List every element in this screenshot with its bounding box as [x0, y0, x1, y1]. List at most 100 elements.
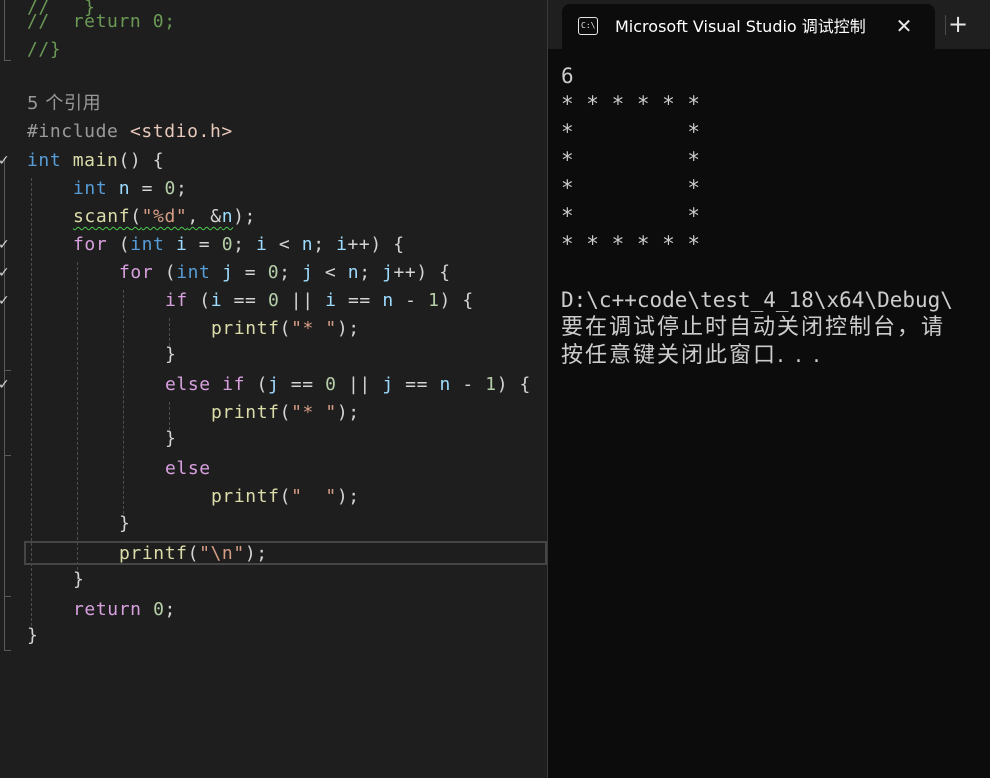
code-token: <stdio.h>	[129, 121, 233, 142]
console-line: * *	[561, 120, 713, 144]
code-token: }	[119, 513, 131, 534]
code-line: printf("* ");	[211, 399, 360, 427]
code-token: "* "	[291, 402, 337, 423]
code-token: ;	[175, 178, 188, 199]
code-token: 1	[485, 374, 497, 395]
code-token: scanf	[73, 206, 131, 227]
code-token: (	[130, 206, 142, 227]
debug-console-window[interactable]: C:\ Microsoft Visual Studio 调试控制台 ✕ + 6 *…	[547, 0, 990, 778]
code-token: j	[267, 374, 280, 395]
fold-marker	[4, 455, 11, 456]
code-token: 0	[153, 599, 165, 620]
code-line: return 0;	[73, 596, 176, 624]
code-token: ==	[393, 374, 440, 395]
code-token: 0	[164, 178, 176, 199]
code-token: );	[244, 543, 268, 564]
code-token: n	[347, 262, 360, 283]
codelens-references[interactable]: 5 个引用	[27, 90, 101, 118]
code-token: n	[118, 178, 131, 199]
code-token: 0	[267, 262, 280, 283]
code-token: 5 个引用	[27, 93, 102, 114]
console-output[interactable]: 6 * * * * * * * * * * * * * * * * * * * *…	[561, 62, 990, 370]
indent-guide	[123, 290, 124, 514]
code-token: );	[336, 318, 360, 339]
code-token: -	[393, 290, 429, 311]
fold-marker	[4, 60, 11, 61]
code-token: printf	[211, 402, 280, 423]
code-line: //}	[27, 36, 61, 64]
code-line: }	[73, 566, 84, 594]
code-token: ;	[233, 234, 256, 255]
current-line-highlight	[24, 541, 547, 565]
code-token: n	[439, 374, 451, 395]
code-line: int n = 0;	[73, 175, 187, 203]
console-line: 6	[561, 64, 574, 88]
code-token: (	[279, 318, 292, 339]
check-icon: ✓	[0, 153, 10, 169]
code-token: =	[130, 178, 165, 199]
console-line: * *	[561, 204, 713, 228]
code-token: ;	[279, 262, 302, 283]
code-line: printf("* ");	[211, 315, 360, 343]
code-token: i	[175, 234, 188, 255]
code-token: printf	[211, 318, 280, 339]
code-token: n	[382, 290, 394, 311]
code-line: if (i == 0 || i == n - 1) {	[165, 287, 474, 315]
code-token: =	[187, 234, 222, 255]
code-line: }	[165, 341, 176, 369]
new-tab-button[interactable]: +	[946, 10, 970, 38]
code-editor[interactable]: // }// return 0;//} 5 个引用 #include <stdio.…	[0, 0, 547, 778]
console-icon: C:\	[578, 17, 598, 35]
code-line: }	[27, 622, 38, 650]
code-token: <	[267, 234, 302, 255]
code-token: }	[27, 625, 39, 646]
code-token: i	[325, 290, 337, 311]
code-token: "%d"	[141, 206, 188, 227]
code-token: =	[233, 262, 268, 283]
console-line: * * * * * *	[561, 232, 713, 256]
code-token: ++) {	[393, 262, 451, 283]
code-token: int	[73, 178, 108, 199]
code-token: () {	[118, 150, 165, 171]
console-line: 按任意键关闭此窗口. . .	[561, 343, 822, 368]
code-token: if	[165, 290, 188, 311]
code-token: "\n"	[199, 543, 245, 564]
tab-debug-console[interactable]: C:\ Microsoft Visual Studio 调试控制台 ✕	[562, 4, 935, 49]
code-token: (	[279, 402, 292, 423]
console-line: * *	[561, 148, 713, 172]
code-token: j	[382, 374, 394, 395]
code-token: main	[72, 150, 119, 171]
code-token: printf	[211, 486, 280, 507]
code-token: "* "	[291, 318, 337, 339]
code-token: ) {	[439, 290, 474, 311]
code-token: j	[221, 262, 234, 283]
code-token: <	[313, 262, 348, 283]
code-token: n	[301, 234, 314, 255]
code-token: #include	[27, 121, 130, 142]
code-token: , &	[187, 206, 222, 227]
code-token: 1	[428, 290, 440, 311]
code-token: ||	[336, 374, 383, 395]
fold-marker	[4, 650, 11, 651]
code-token: );	[336, 402, 360, 423]
code-line: else	[165, 455, 211, 483]
code-token: ==	[336, 290, 383, 311]
code-line: }	[165, 425, 176, 453]
check-icon: ✓	[0, 265, 10, 281]
tab-strip: C:\ Microsoft Visual Studio 调试控制台 ✕ +	[548, 0, 990, 49]
tab-title: Microsoft Visual Studio 调试控制台	[615, 17, 865, 36]
check-icon: ✓	[0, 237, 10, 253]
code-line: scanf("%d", &n);	[73, 203, 256, 231]
code-token: printf	[119, 543, 188, 564]
code-token: (	[187, 290, 211, 311]
code-token: }	[73, 569, 85, 590]
code-line: int main() {	[27, 147, 164, 175]
code-line: #include <stdio.h>	[27, 118, 233, 146]
close-icon[interactable]: ✕	[892, 14, 916, 38]
code-token: return	[73, 599, 142, 620]
code-token: (	[245, 374, 268, 395]
code-token: ==	[222, 290, 268, 311]
